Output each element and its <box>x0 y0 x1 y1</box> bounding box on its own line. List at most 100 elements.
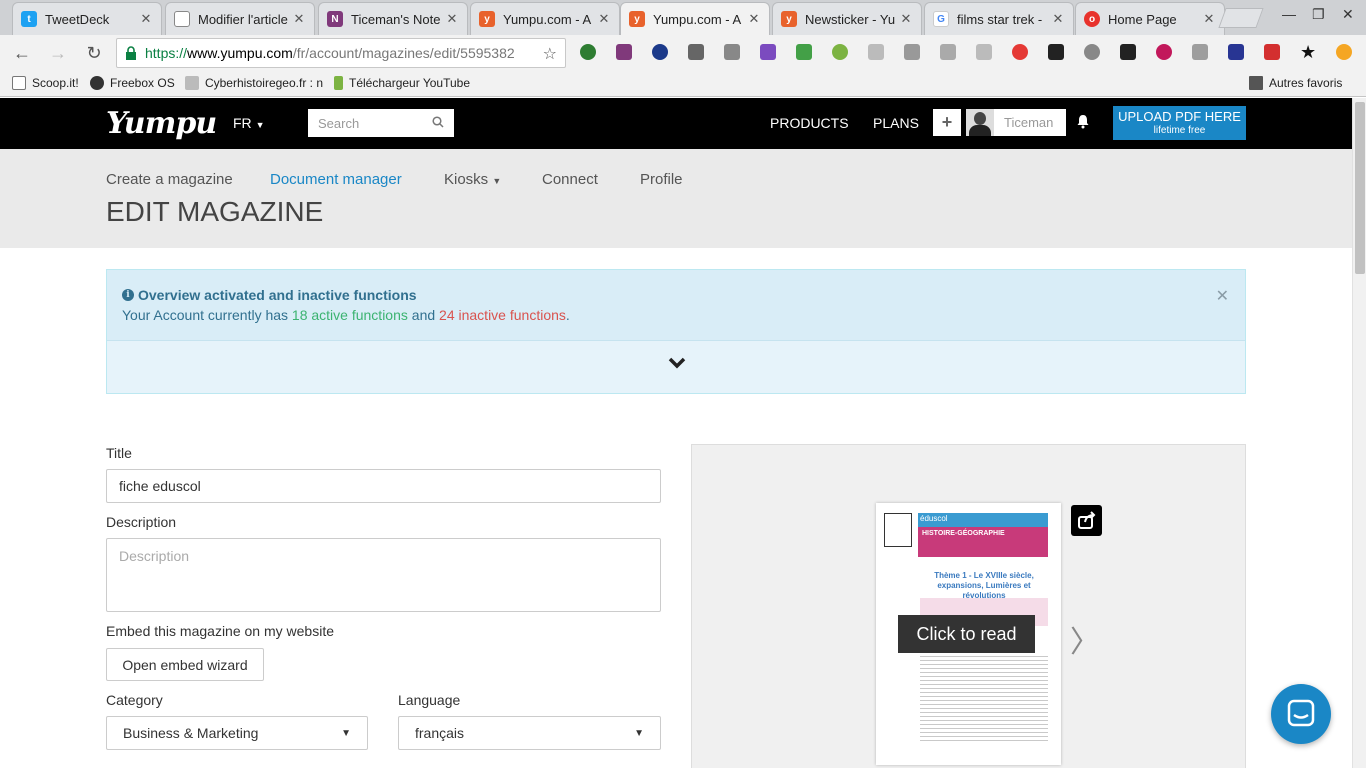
chat-launcher-button[interactable] <box>1271 684 1331 744</box>
language-select[interactable]: français ▼ <box>398 716 661 750</box>
alert-expand-bar[interactable] <box>107 340 1245 393</box>
tab-yumpu-1[interactable]: y Yumpu.com - A ✕ <box>470 2 620 35</box>
close-tab-icon[interactable]: ✕ <box>139 11 153 27</box>
feather-icon[interactable] <box>760 44 776 60</box>
tab-title: Ticeman's Note <box>351 11 441 27</box>
open-embed-wizard-button[interactable]: Open embed wizard <box>106 648 264 681</box>
add-button[interactable]: + <box>933 109 961 136</box>
forward-icon[interactable]: → <box>47 42 69 64</box>
camera-icon[interactable] <box>724 44 740 60</box>
star-extension-icon[interactable]: ★ <box>1300 43 1316 61</box>
search-placeholder: Search <box>318 115 360 131</box>
bookmark-youtube-downloader[interactable]: Téléchargeur YouTube <box>334 76 470 90</box>
description-placeholder: Description <box>119 548 190 564</box>
page-icon <box>174 11 190 27</box>
dropdown-arrow-icon: ▼ <box>634 727 644 739</box>
rss-icon[interactable] <box>976 44 992 60</box>
title-input[interactable]: fiche eduscol <box>106 469 661 503</box>
subnav-create-magazine[interactable]: Create a magazine <box>106 171 233 188</box>
bookmark-scoopit[interactable]: Scoop.it! <box>12 76 79 90</box>
page-scrollbar[interactable] <box>1352 98 1366 768</box>
chevron-down-icon[interactable] <box>667 353 687 373</box>
broadcast-icon[interactable] <box>1012 44 1028 60</box>
reload-icon[interactable]: ↻ <box>83 42 105 64</box>
close-tab-icon[interactable]: ✕ <box>1202 11 1216 27</box>
dropdown-arrow-icon: ▼ <box>341 727 351 739</box>
book-icon[interactable] <box>1228 44 1244 60</box>
tab-modifier-article[interactable]: Modifier l'article ✕ <box>165 2 315 35</box>
extension-icon[interactable] <box>1156 44 1172 60</box>
tab-onenote[interactable]: N Ticeman's Note ✕ <box>318 2 468 35</box>
search-icon[interactable] <box>432 115 444 131</box>
username: Ticeman <box>1004 115 1054 130</box>
yumpu-logo[interactable]: Yumpu <box>106 106 217 141</box>
close-icon[interactable]: ✕ <box>1216 286 1229 306</box>
tab-google[interactable]: G films star trek - I ✕ <box>924 2 1074 35</box>
bookmark-freebox[interactable]: Freebox OS <box>90 76 175 90</box>
tab-home-page[interactable]: o Home Page ✕ <box>1075 2 1225 35</box>
new-tab-button[interactable] <box>1218 8 1264 28</box>
bookmark-cyberhistoiregeo[interactable]: Cyberhistoiregeo.fr : n <box>185 76 323 90</box>
adblock-icon[interactable] <box>1084 44 1100 60</box>
document-title: Thème 1 - Le XVIIIe siècle, expansions, … <box>934 571 1034 600</box>
next-page-icon[interactable]: 〉 <box>1070 617 1100 661</box>
klout-extension-icon[interactable] <box>652 44 668 60</box>
back-icon[interactable]: ← <box>11 42 33 64</box>
qr-code-icon[interactable] <box>1048 44 1064 60</box>
alert-text-mid: and <box>407 307 440 323</box>
close-window-icon[interactable]: ✕ <box>1342 6 1354 23</box>
description-textarea[interactable]: Description <box>106 538 661 612</box>
restore-icon[interactable]: ❐ <box>1312 6 1325 23</box>
tab-tweetdeck[interactable]: t TweetDeck ✕ <box>12 2 162 35</box>
close-tab-icon[interactable]: ✕ <box>445 11 459 27</box>
tab-newsticker[interactable]: y Newsticker - Yu ✕ <box>772 2 922 35</box>
close-tab-icon[interactable]: ✕ <box>292 11 306 27</box>
search-input[interactable]: Search <box>308 109 454 137</box>
minimize-icon[interactable]: — <box>1282 6 1296 22</box>
title-value: fiche eduscol <box>119 478 201 494</box>
subnav-document-manager[interactable]: Document manager <box>270 171 402 188</box>
nav-plans[interactable]: PLANS <box>873 115 919 131</box>
close-tab-icon[interactable]: ✕ <box>1051 11 1065 27</box>
subnav-connect[interactable]: Connect <box>542 171 598 188</box>
language-selector[interactable]: FR ▼ <box>233 115 264 131</box>
active-functions-link[interactable]: 18 active functions <box>292 307 408 323</box>
bookmark-label: Scoop.it! <box>32 76 79 90</box>
menu-icon[interactable] <box>1336 44 1352 60</box>
print-icon[interactable] <box>796 44 812 60</box>
bookmark-other-favorites[interactable]: Autres favoris <box>1249 76 1342 90</box>
address-bar[interactable]: https://www.yumpu.com/fr/account/magazin… <box>116 38 566 68</box>
youtube-icon[interactable] <box>1264 44 1280 60</box>
scrollbar-thumb[interactable] <box>1355 102 1365 274</box>
click-to-read-button[interactable]: Click to read <box>898 615 1035 653</box>
user-menu[interactable]: Ticeman <box>966 109 1066 136</box>
inactive-functions-link[interactable]: 24 inactive functions <box>439 307 566 323</box>
extension-icon[interactable] <box>688 44 704 60</box>
download-icon <box>334 76 344 90</box>
title-label: Title <box>106 445 132 461</box>
bookmark-star-icon[interactable]: ☆ <box>543 44 557 64</box>
category-select[interactable]: Business & Marketing ▼ <box>106 716 368 750</box>
close-tab-icon[interactable]: ✕ <box>899 11 913 27</box>
extension-icon[interactable] <box>940 44 956 60</box>
bell-icon[interactable] <box>1076 114 1090 132</box>
extension-icon[interactable] <box>904 44 920 60</box>
qr-code-icon[interactable] <box>1120 44 1136 60</box>
description-label: Description <box>106 514 177 530</box>
upload-sublabel: lifetime free <box>1153 125 1206 136</box>
extension-icon[interactable] <box>832 44 848 60</box>
upload-pdf-button[interactable]: UPLOAD PDF HERE lifetime free <box>1113 106 1246 140</box>
share-icon[interactable] <box>1071 505 1102 536</box>
close-tab-icon[interactable]: ✕ <box>597 11 611 27</box>
nav-products[interactable]: PRODUCTS <box>770 115 849 131</box>
tab-yumpu-active[interactable]: y Yumpu.com - A ✕ <box>620 2 770 35</box>
extension-icon[interactable] <box>868 44 884 60</box>
extension-icon[interactable] <box>580 44 596 60</box>
onenote-extension-icon[interactable] <box>616 44 632 60</box>
extension-icon[interactable] <box>1192 44 1208 60</box>
language-label: FR <box>233 115 252 131</box>
subnav-kiosks[interactable]: Kiosks ▼ <box>444 171 501 188</box>
subnav-profile[interactable]: Profile <box>640 171 683 188</box>
tab-title: Yumpu.com - A <box>653 11 742 27</box>
close-tab-icon[interactable]: ✕ <box>747 11 761 27</box>
